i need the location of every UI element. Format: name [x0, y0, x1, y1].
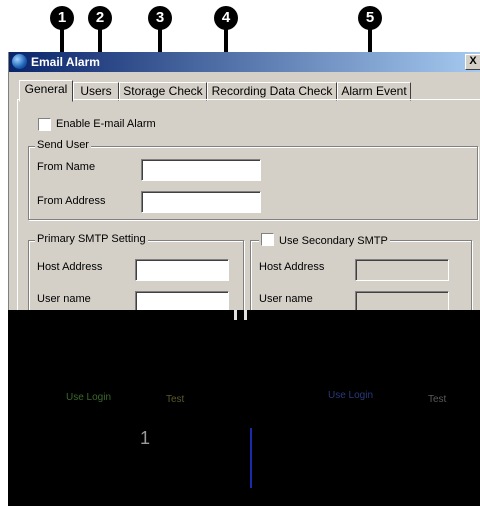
- tab-general[interactable]: General: [19, 80, 73, 102]
- occluded-divider: [250, 428, 252, 488]
- secondary-user-label: User name: [259, 293, 313, 305]
- close-button[interactable]: X: [465, 54, 480, 70]
- from-name-field[interactable]: [141, 159, 261, 181]
- from-address-label: From Address: [37, 195, 106, 207]
- occluded-test-left: Test: [166, 394, 185, 405]
- title-bar[interactable]: Email Alarm X: [9, 52, 480, 72]
- occluded-digit: 1: [140, 428, 151, 448]
- occluded-use-login-right: Use Login: [328, 390, 374, 401]
- from-name-label: From Name: [37, 161, 96, 173]
- use-secondary-smtp-label: Use Secondary SMTP: [279, 235, 388, 247]
- from-address-field[interactable]: [141, 191, 261, 213]
- enable-email-alarm-checkbox[interactable]: [38, 118, 51, 131]
- occluded-region: Use Login Test Use Login Test 1: [8, 310, 480, 506]
- window-title: Email Alarm: [31, 55, 100, 69]
- primary-user-label: User name: [37, 293, 91, 305]
- primary-host-field[interactable]: [135, 259, 229, 281]
- enable-email-alarm-label: Enable E-mail Alarm: [56, 118, 156, 130]
- primary-smtp-legend: Primary SMTP Setting: [35, 233, 148, 245]
- secondary-smtp-legend: Use Secondary SMTP: [259, 233, 390, 247]
- secondary-host-field[interactable]: [355, 259, 449, 281]
- occluded-use-login-left: Use Login: [66, 392, 112, 403]
- primary-host-label: Host Address: [37, 261, 103, 273]
- send-user-group: Send User From Name From Address: [28, 139, 478, 220]
- globe-icon: [12, 54, 27, 69]
- send-user-legend: Send User: [35, 139, 91, 151]
- occluded-test-right: Test: [428, 394, 447, 405]
- use-secondary-smtp-checkbox[interactable]: [261, 233, 274, 246]
- secondary-host-label: Host Address: [259, 261, 325, 273]
